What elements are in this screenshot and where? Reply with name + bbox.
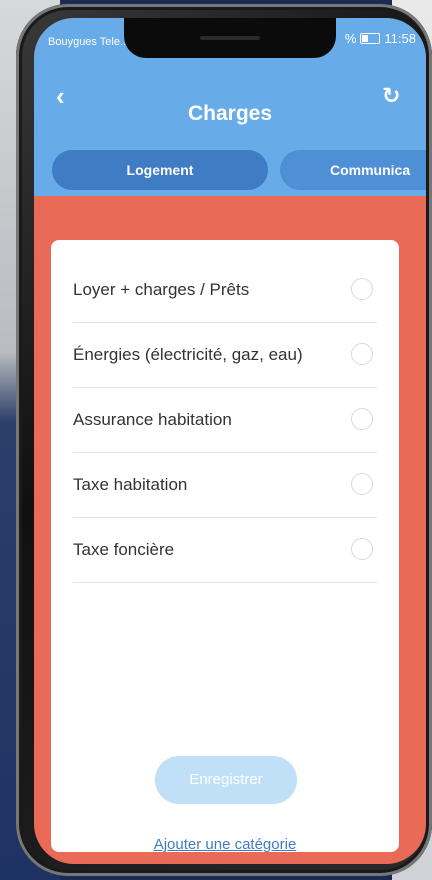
notch	[124, 18, 336, 58]
tab-logement[interactable]: Logement	[52, 150, 268, 190]
list-item[interactable]: Loyer + charges / Prêts	[73, 258, 377, 323]
list-item[interactable]: Assurance habitation	[73, 388, 377, 453]
item-label: Loyer + charges / Prêts	[73, 280, 250, 299]
charges-list: Loyer + charges / Prêts Énergies (électr…	[73, 258, 377, 583]
charges-card: Loyer + charges / Prêts Énergies (électr…	[51, 240, 399, 853]
battery-icon	[360, 33, 381, 44]
list-item[interactable]: Taxe habitation	[73, 453, 377, 518]
battery-percent: %	[344, 31, 357, 46]
radio-button[interactable]	[351, 538, 373, 560]
tab-communication[interactable]: Communica	[280, 150, 426, 190]
refresh-button[interactable]: ↻	[382, 84, 406, 108]
status-bar: Bouygues Tele... % 11:58	[34, 18, 426, 58]
item-label: Taxe foncière	[73, 540, 175, 559]
list-item[interactable]: Taxe foncière	[73, 518, 377, 583]
page-title: Charges	[187, 102, 273, 125]
radio-button[interactable]	[351, 408, 373, 430]
item-label: Énergies (électricité, gaz, eau)	[73, 345, 303, 364]
refresh-icon: ↻	[382, 83, 401, 108]
category-tabs: Logement Communica	[34, 150, 426, 190]
header: Bouygues Tele... % 11:58 ‹ Charges ↻ Log…	[34, 18, 426, 196]
save-button[interactable]: Enregistrer	[155, 756, 297, 804]
radio-button[interactable]	[351, 473, 373, 495]
app-screen: Bouygues Tele... % 11:58 ‹ Charges ↻ Log…	[34, 18, 426, 864]
speaker-grille	[200, 36, 260, 40]
list-item[interactable]: Énergies (électricité, gaz, eau)	[73, 323, 377, 388]
item-label: Assurance habitation	[73, 410, 232, 429]
radio-button[interactable]	[351, 278, 373, 300]
status-indicators: % 11:58	[345, 31, 416, 46]
carrier-name: Bouygues Tele...	[48, 36, 130, 48]
status-time: 11:58	[384, 31, 416, 46]
add-category-link[interactable]: Ajouter une catégorie	[51, 836, 399, 853]
radio-button[interactable]	[351, 343, 373, 365]
item-label: Taxe habitation	[73, 475, 188, 494]
